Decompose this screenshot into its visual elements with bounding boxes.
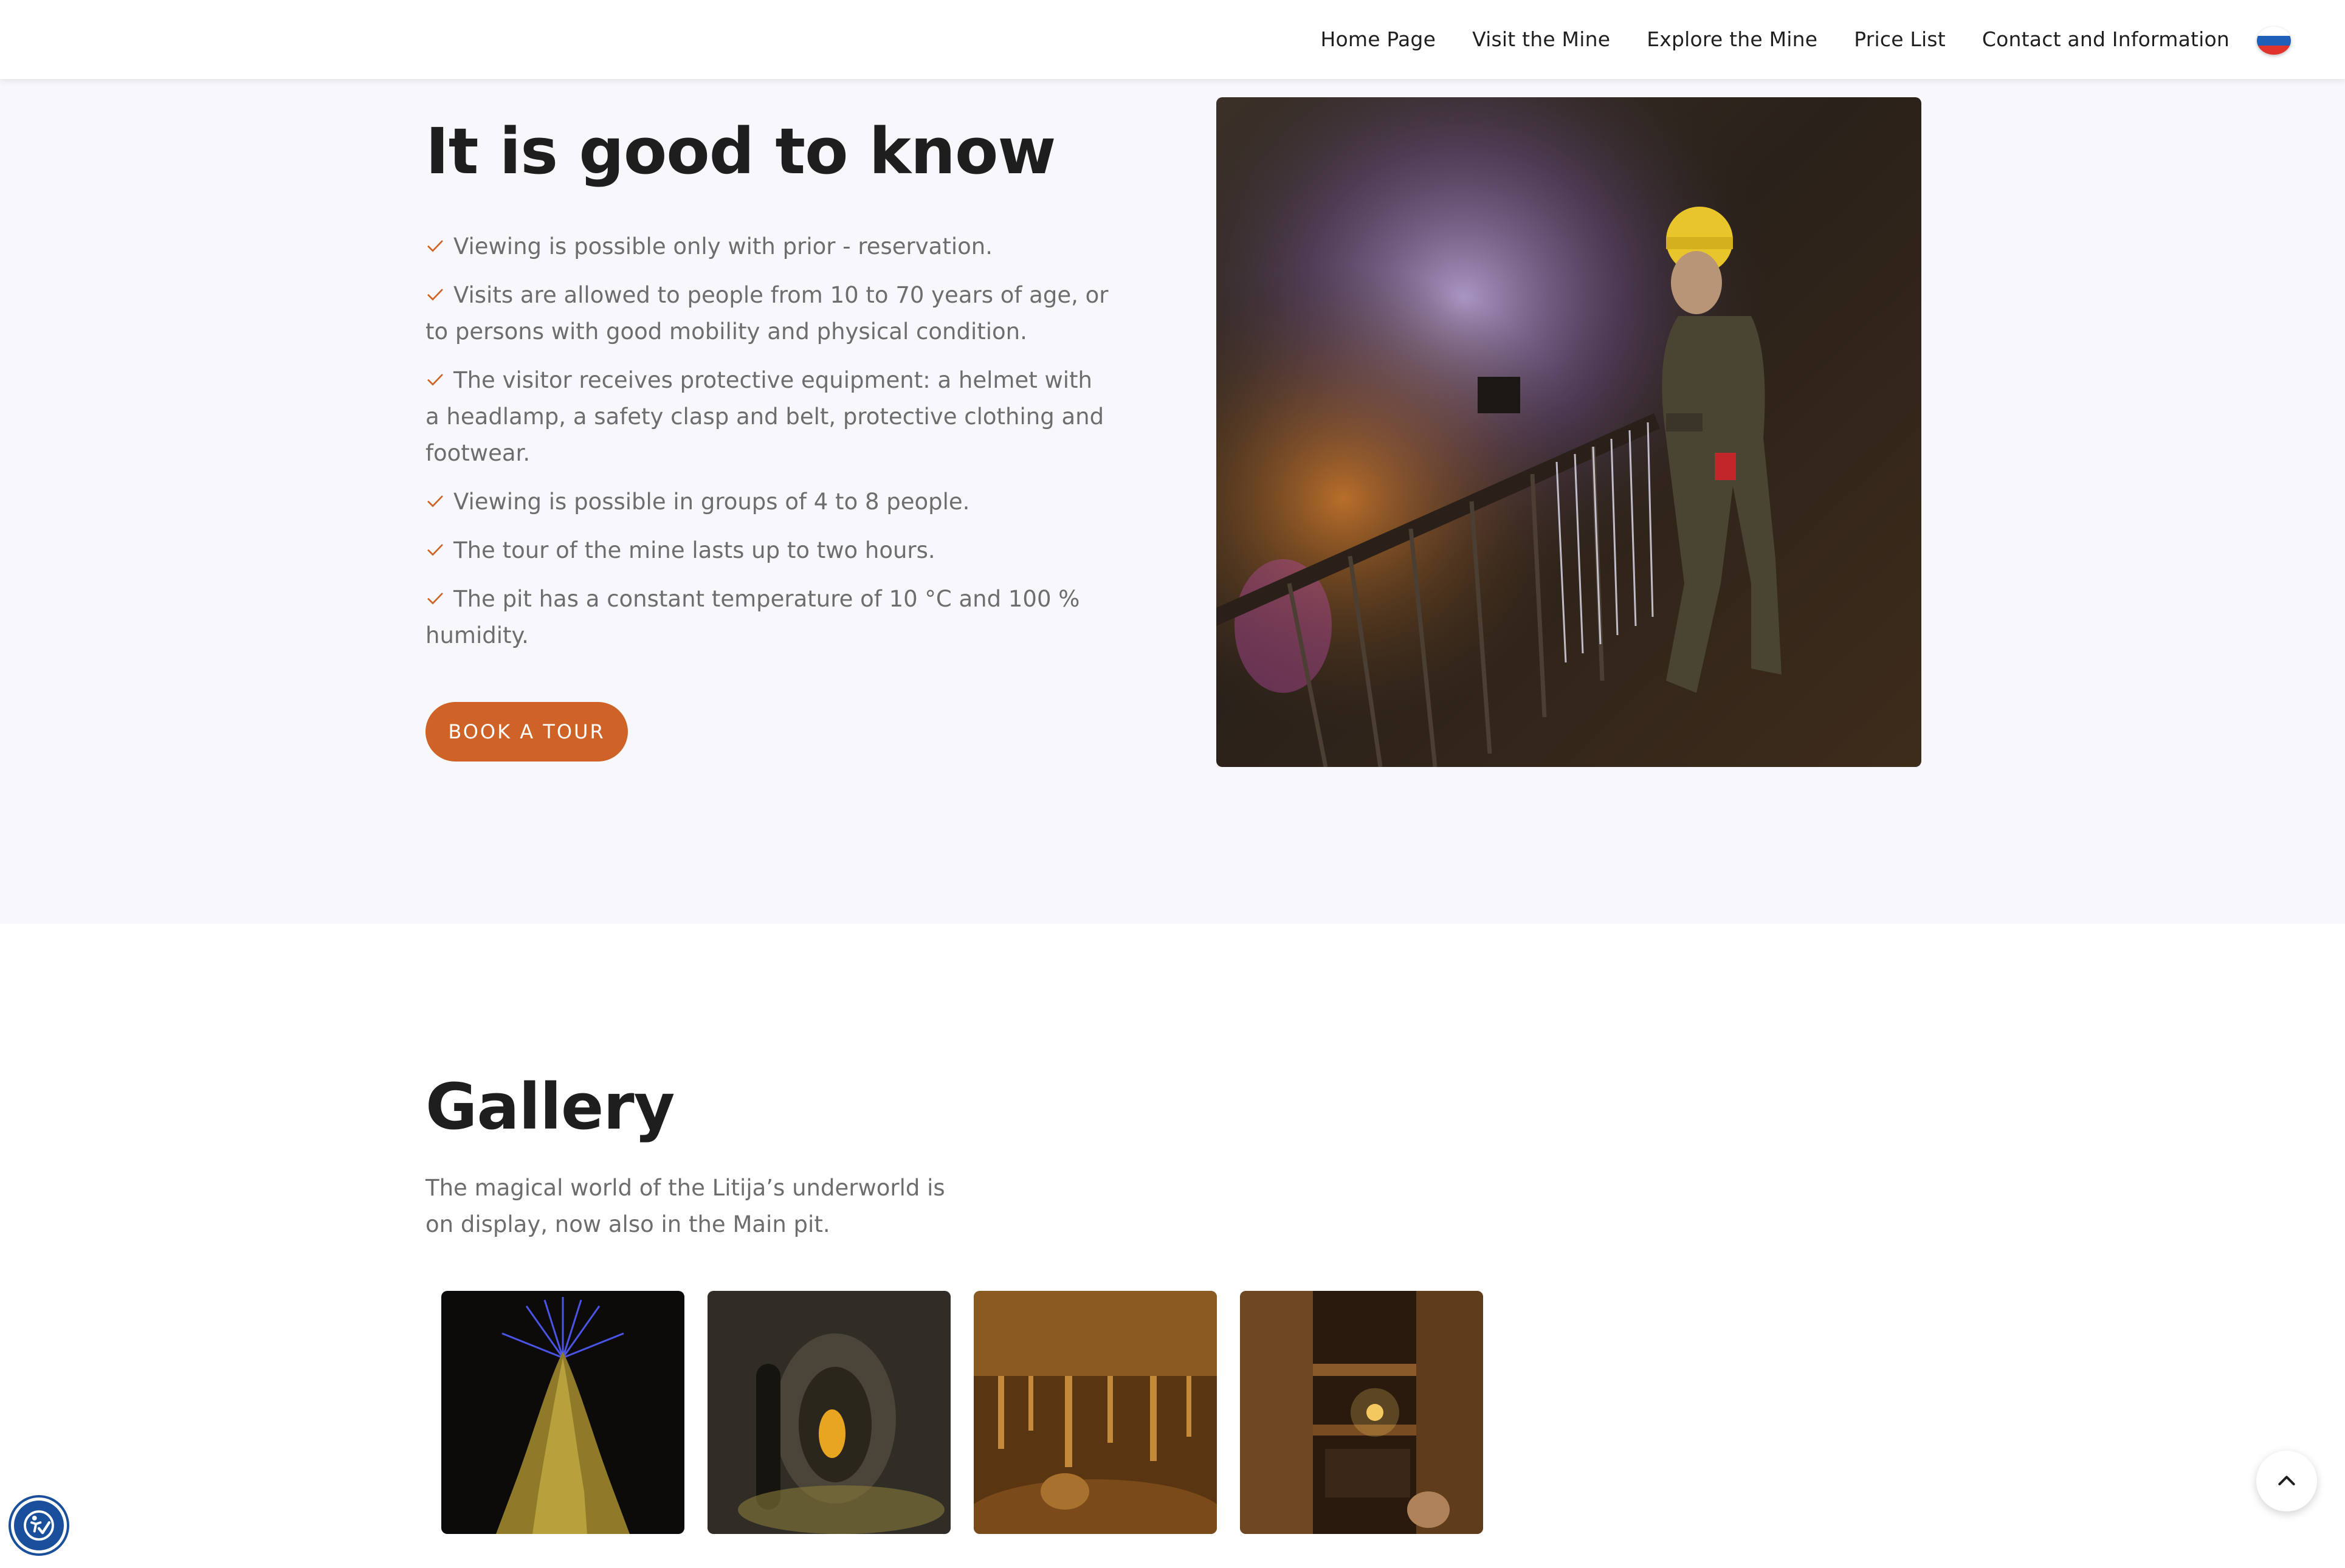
- gallery-thumb-4[interactable]: [1240, 1291, 1483, 1534]
- check-icon: [427, 495, 443, 507]
- mine-visitor-photo: [1216, 97, 1921, 767]
- check-icon: [427, 240, 443, 252]
- info-list: Viewing is possible only with prior - re…: [425, 229, 1112, 666]
- list-item: The pit has a constant temperature of 10…: [425, 586, 1080, 648]
- check-icon: [427, 289, 443, 301]
- section-title: It is good to know: [425, 114, 1056, 188]
- nav-visit-the-mine[interactable]: Visit the Mine: [1472, 27, 1610, 51]
- gallery-thumb-1[interactable]: [441, 1291, 684, 1534]
- good-to-know-section: It is good to know Viewing is possible o…: [0, 79, 2345, 924]
- nav-explore-the-mine[interactable]: Explore the Mine: [1647, 27, 1817, 51]
- list-item: The tour of the mine lasts up to two hou…: [425, 532, 1112, 569]
- list-item: Visits are allowed to people from 10 to …: [425, 282, 1109, 345]
- book-a-tour-button[interactable]: BOOK A TOUR: [425, 702, 628, 762]
- scroll-to-top-button[interactable]: [2256, 1451, 2317, 1511]
- gallery-subtitle: The magical world of the Litija’s underw…: [425, 1175, 945, 1237]
- nav-contact-and-information[interactable]: Contact and Information: [1982, 27, 2230, 51]
- nav-price-list[interactable]: Price List: [1854, 27, 1946, 51]
- check-icon: [427, 544, 443, 556]
- site-header: Home Page Visit the Mine Explore the Min…: [0, 0, 2345, 79]
- accessibility-button[interactable]: [11, 1498, 67, 1553]
- check-icon: [427, 593, 443, 605]
- chevron-up-icon: [2278, 1476, 2295, 1485]
- gallery-title: Gallery: [425, 1070, 675, 1144]
- nav-home[interactable]: Home Page: [1320, 27, 1436, 51]
- list-item: The visitor receives protective equipmen…: [425, 367, 1104, 466]
- accessibility-icon: [24, 1510, 54, 1541]
- check-icon: [427, 374, 443, 386]
- slovenian-flag-icon[interactable]: [2257, 27, 2291, 55]
- main-nav: Home Page Visit the Mine Explore the Min…: [1320, 0, 2230, 78]
- list-item: Viewing is possible in groups of 4 to 8 …: [425, 484, 1112, 520]
- list-item: Viewing is possible only with prior - re…: [425, 229, 1112, 265]
- gallery-thumb-3[interactable]: [974, 1291, 1217, 1534]
- gallery-thumb-2[interactable]: [708, 1291, 951, 1534]
